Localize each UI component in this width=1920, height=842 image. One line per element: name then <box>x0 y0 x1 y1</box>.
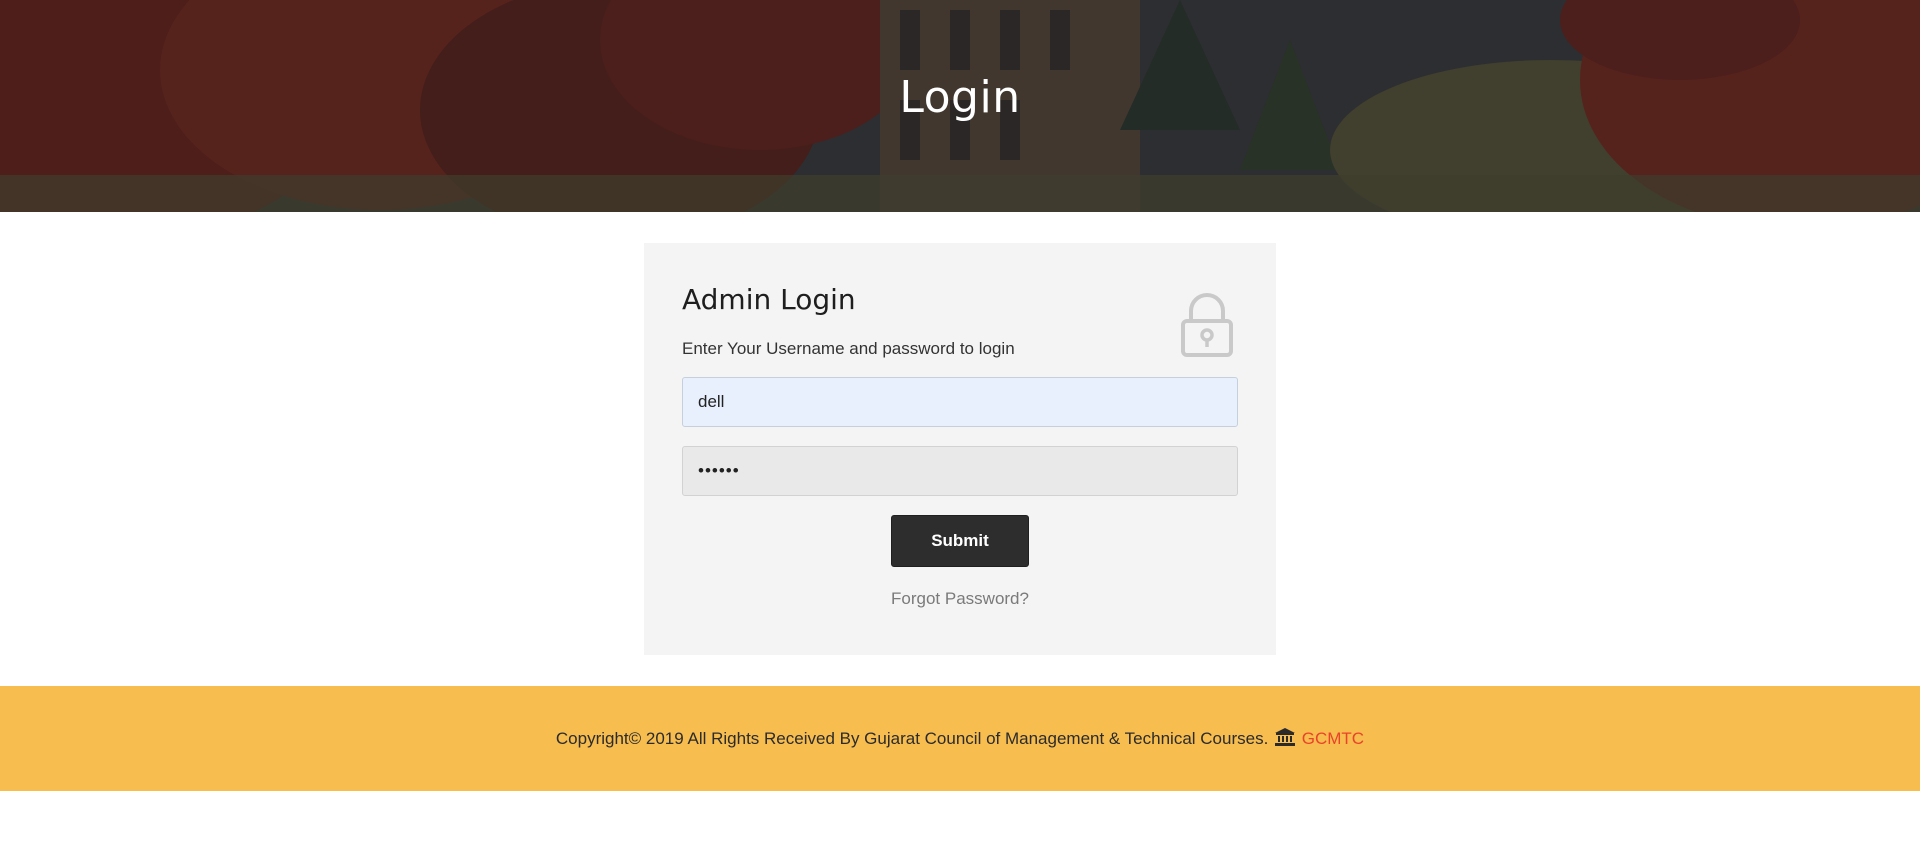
submit-button[interactable]: Submit <box>891 515 1029 567</box>
page-title: Login <box>899 72 1021 123</box>
lock-icon <box>1181 293 1233 357</box>
admin-login-card: Admin Login Enter Your Username and pass… <box>644 243 1276 655</box>
login-instructions: Enter Your Username and password to logi… <box>682 339 1015 358</box>
institution-icon <box>1275 728 1296 746</box>
site-footer: Copyright© 2019 All Rights Received By G… <box>0 686 1920 791</box>
login-card-title: Admin Login <box>682 283 856 316</box>
gcmtc-link[interactable]: GCMTC <box>1302 729 1364 748</box>
username-input[interactable] <box>682 377 1238 427</box>
copyright-text: Copyright© 2019 All Rights Received By G… <box>555 729 1269 748</box>
password-input[interactable] <box>682 446 1238 496</box>
footer-copyright-line: Copyright© 2019 All Rights Received By G… <box>0 728 1920 749</box>
forgot-password-link[interactable]: Forgot Password? <box>644 589 1276 609</box>
hero-banner: Login <box>0 0 1920 212</box>
